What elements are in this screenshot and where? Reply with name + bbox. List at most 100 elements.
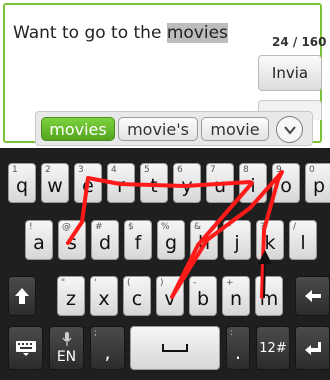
key-label: m: [259, 288, 279, 310]
enter-key[interactable]: [295, 326, 330, 370]
backspace-arrow-icon: [304, 290, 321, 302]
selected-word[interactable]: movies: [166, 23, 228, 43]
key-i[interactable]: 8i: [239, 163, 267, 203]
key-o[interactable]: 9o: [272, 163, 300, 203]
message-text[interactable]: Want to go to the movies: [13, 23, 228, 43]
expand-suggestions-button[interactable]: [276, 116, 303, 143]
key-hint: 4: [111, 165, 117, 175]
enter-arrow-icon: [304, 342, 321, 355]
key-e[interactable]: 3e: [74, 163, 102, 203]
key-label: t: [150, 175, 158, 197]
symbols-key[interactable]: 12#: [256, 326, 290, 370]
key-v[interactable]: ) v: [156, 276, 184, 316]
key-t[interactable]: 5t: [140, 163, 168, 203]
key-b[interactable]: -b: [189, 276, 217, 316]
chevron-down-icon: [283, 125, 296, 135]
key-hint: ': [94, 278, 97, 288]
key-hint: &: [194, 222, 202, 232]
key-y[interactable]: 6y: [173, 163, 201, 203]
key-hint: 0: [309, 165, 315, 175]
key-n[interactable]: + n: [222, 276, 250, 316]
key-hint: ?: [260, 222, 265, 232]
suggestion-chip-movies-apostrophe[interactable]: movie's: [118, 117, 198, 141]
keyboard-settings-key[interactable]: [8, 326, 43, 370]
key-h[interactable]: & h: [190, 220, 218, 260]
suggestion-strip: movies movie's movie: [35, 111, 313, 146]
key-q[interactable]: 1q: [8, 163, 36, 203]
microphone-icon: [62, 332, 72, 346]
space-key[interactable]: [130, 326, 220, 370]
space-bar-icon: [162, 344, 188, 352]
language-label: EN: [56, 349, 77, 365]
key-label: j: [234, 232, 240, 254]
key-label: x: [98, 288, 110, 310]
keyboard-icon: [15, 341, 36, 356]
key-c[interactable]: (c: [123, 276, 151, 316]
key-hint: 3: [78, 165, 84, 175]
key-a[interactable]: ! a: [25, 220, 53, 260]
period-key[interactable]: : .: [226, 326, 250, 370]
comma-key-label: ,: [104, 342, 111, 364]
key-label: z: [66, 288, 76, 310]
delete-key[interactable]: [295, 276, 330, 316]
key-hint: ): [160, 278, 164, 288]
key-j[interactable]: * j: [223, 220, 251, 260]
comma-key-hint: ;: [94, 328, 98, 338]
message-text-plain: Want to go to the: [13, 23, 167, 43]
key-hint: ": [61, 278, 66, 288]
key-g[interactable]: % g: [157, 220, 185, 260]
key-hint: 5: [144, 165, 150, 175]
key-label: f: [134, 232, 142, 254]
shift-key[interactable]: [8, 276, 36, 316]
symbols-key-label: 12#: [259, 340, 287, 356]
key-hint: @: [62, 222, 71, 232]
key-hint: !: [29, 222, 33, 232]
period-key-hint: :: [230, 328, 234, 338]
suggestion-chip-movie[interactable]: movie: [201, 117, 269, 141]
key-label: l: [300, 232, 306, 254]
key-hint: 1: [12, 165, 18, 175]
key-hint: 6: [177, 165, 183, 175]
key-hint: 9: [276, 165, 282, 175]
key-hint: /: [293, 222, 297, 232]
compose-area: Want to go to the movies 24 / 160 Invia …: [0, 0, 330, 148]
key-label: g: [164, 232, 178, 254]
key-label: q: [15, 175, 29, 197]
key-label: y: [181, 175, 193, 197]
key-label: k: [264, 232, 276, 254]
key-label: n: [229, 288, 243, 310]
key-s[interactable]: @ s: [58, 220, 86, 260]
key-x[interactable]: ' x: [90, 276, 118, 316]
key-hint: 7: [210, 165, 216, 175]
key-w[interactable]: 2w: [41, 163, 69, 203]
key-hint: +: [226, 278, 234, 288]
key-label: v: [164, 288, 176, 310]
key-l[interactable]: / l: [289, 220, 317, 260]
key-label: p: [312, 175, 326, 197]
key-d[interactable]: # d: [91, 220, 119, 260]
send-button[interactable]: Invia: [258, 55, 322, 91]
key-label: s: [67, 232, 77, 254]
suggestion-chip-movies[interactable]: movies: [41, 117, 115, 141]
key-hint: -: [193, 278, 197, 288]
key-label: b: [196, 288, 210, 310]
key-hint: 2: [45, 165, 51, 175]
key-label: e: [82, 175, 94, 197]
key-label: h: [197, 232, 211, 254]
key-hint: 8: [243, 165, 249, 175]
key-r[interactable]: 4r: [107, 163, 135, 203]
key-label: o: [280, 175, 292, 197]
key-label: r: [117, 175, 125, 197]
comma-key[interactable]: ; ,: [90, 326, 125, 370]
key-u[interactable]: 7u: [206, 163, 234, 203]
key-k[interactable]: ? k: [256, 220, 284, 260]
key-hint: (: [127, 278, 131, 288]
key-f[interactable]: $ f: [124, 220, 152, 260]
key-z[interactable]: " z: [57, 276, 85, 316]
voice-language-key[interactable]: EN: [49, 326, 84, 370]
key-label: d: [98, 232, 112, 254]
key-label: c: [131, 288, 143, 310]
key-p[interactable]: 0p: [305, 163, 330, 203]
character-counter: 24 / 160: [272, 35, 327, 49]
key-m[interactable]: m: [255, 276, 283, 316]
